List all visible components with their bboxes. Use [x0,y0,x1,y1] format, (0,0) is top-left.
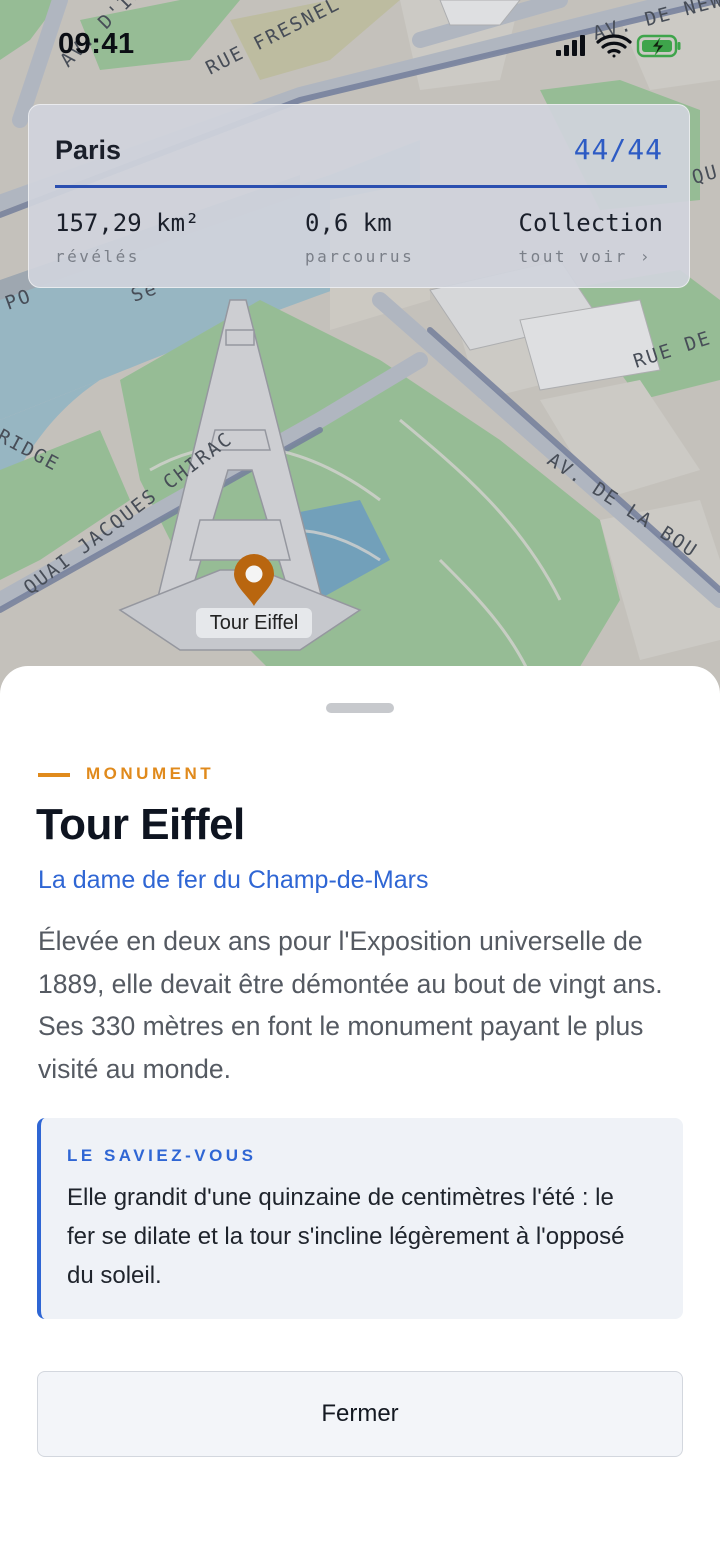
fun-fact-box: LE SAVIEZ-VOUS Elle grandit d'une quinza… [37,1118,683,1319]
progress-bar [55,185,667,188]
stat-walked-value: 0,6 km [305,209,392,237]
wifi-icon [596,34,632,58]
category-label: MONUMENT [86,764,215,783]
fun-fact-text: Elle grandit d'une quinzaine de centimèt… [67,1184,625,1289]
poi-description: Élevée en deux ans pour l'Exposition uni… [38,926,663,1084]
stat-walked: 0,6 km parcourus [305,209,414,266]
status-bar: 09:41 [0,0,720,90]
poi-count: 44/44 [573,133,663,166]
collection-see-all[interactable]: tout voir › [519,247,664,266]
stats-card[interactable]: Paris 44/44 157,29 km² révélés 0,6 km pa… [28,104,690,288]
collection-link[interactable]: Collection tout voir › [519,209,664,266]
collection-title[interactable]: Collection [519,209,664,237]
sheet-grabber[interactable] [326,703,394,713]
category-dash [38,773,70,777]
fun-fact-title: LE SAVIEZ-VOUS [67,1146,257,1165]
battery-charging-icon [636,34,681,58]
stat-revealed-label: révélés [55,247,140,266]
pin-label[interactable]: Tour Eiffel [196,608,312,638]
signal-icon [556,35,585,56]
city-name: Paris [55,135,122,165]
poi-subtitle: La dame de fer du Champ-de-Mars [38,866,429,894]
stat-walked-label: parcourus [305,247,415,266]
location-pin-icon[interactable] [232,554,276,608]
stat-revealed: 157,29 km² révélés [55,209,200,266]
poi-title: Tour Eiffel [36,800,245,849]
status-icons [554,32,684,60]
stat-revealed-value: 157,29 km² [55,209,200,237]
close-button[interactable]: Fermer [37,1371,683,1457]
poi-bottom-sheet: MONUMENT Tour Eiffel La dame de fer du C… [0,666,720,1558]
status-time: 09:41 [58,28,135,60]
